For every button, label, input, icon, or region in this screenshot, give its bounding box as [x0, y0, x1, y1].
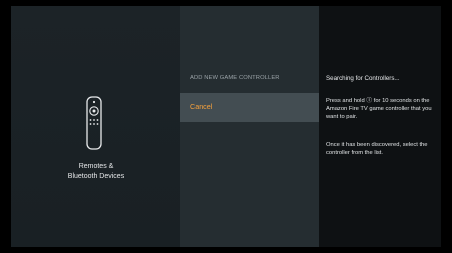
- search-status: Searching for Controllers...: [326, 75, 400, 82]
- help-panel: [319, 6, 441, 247]
- menu-panel: [180, 6, 319, 247]
- category-label: Remotes & Bluetooth Devices: [35, 162, 157, 182]
- remote-control-icon: [86, 96, 102, 150]
- cancel-label: Cancel: [190, 102, 213, 111]
- settings-screen: Remotes & Bluetooth Devices ADD NEW GAME…: [0, 0, 452, 253]
- category-label-line1: Remotes &: [78, 163, 114, 170]
- menu-header: ADD NEW GAME CONTROLLER: [190, 75, 280, 81]
- pairing-instruction: Press and hold Ⓘ for 10 seconds on the A…: [326, 97, 436, 121]
- instruction-text-start: Press and hold: [326, 98, 367, 104]
- category-label-line2: Bluetooth Devices: [67, 173, 125, 180]
- cancel-button[interactable]: Cancel: [180, 93, 319, 122]
- discovery-note: Once it has been discovered, select the …: [326, 142, 428, 156]
